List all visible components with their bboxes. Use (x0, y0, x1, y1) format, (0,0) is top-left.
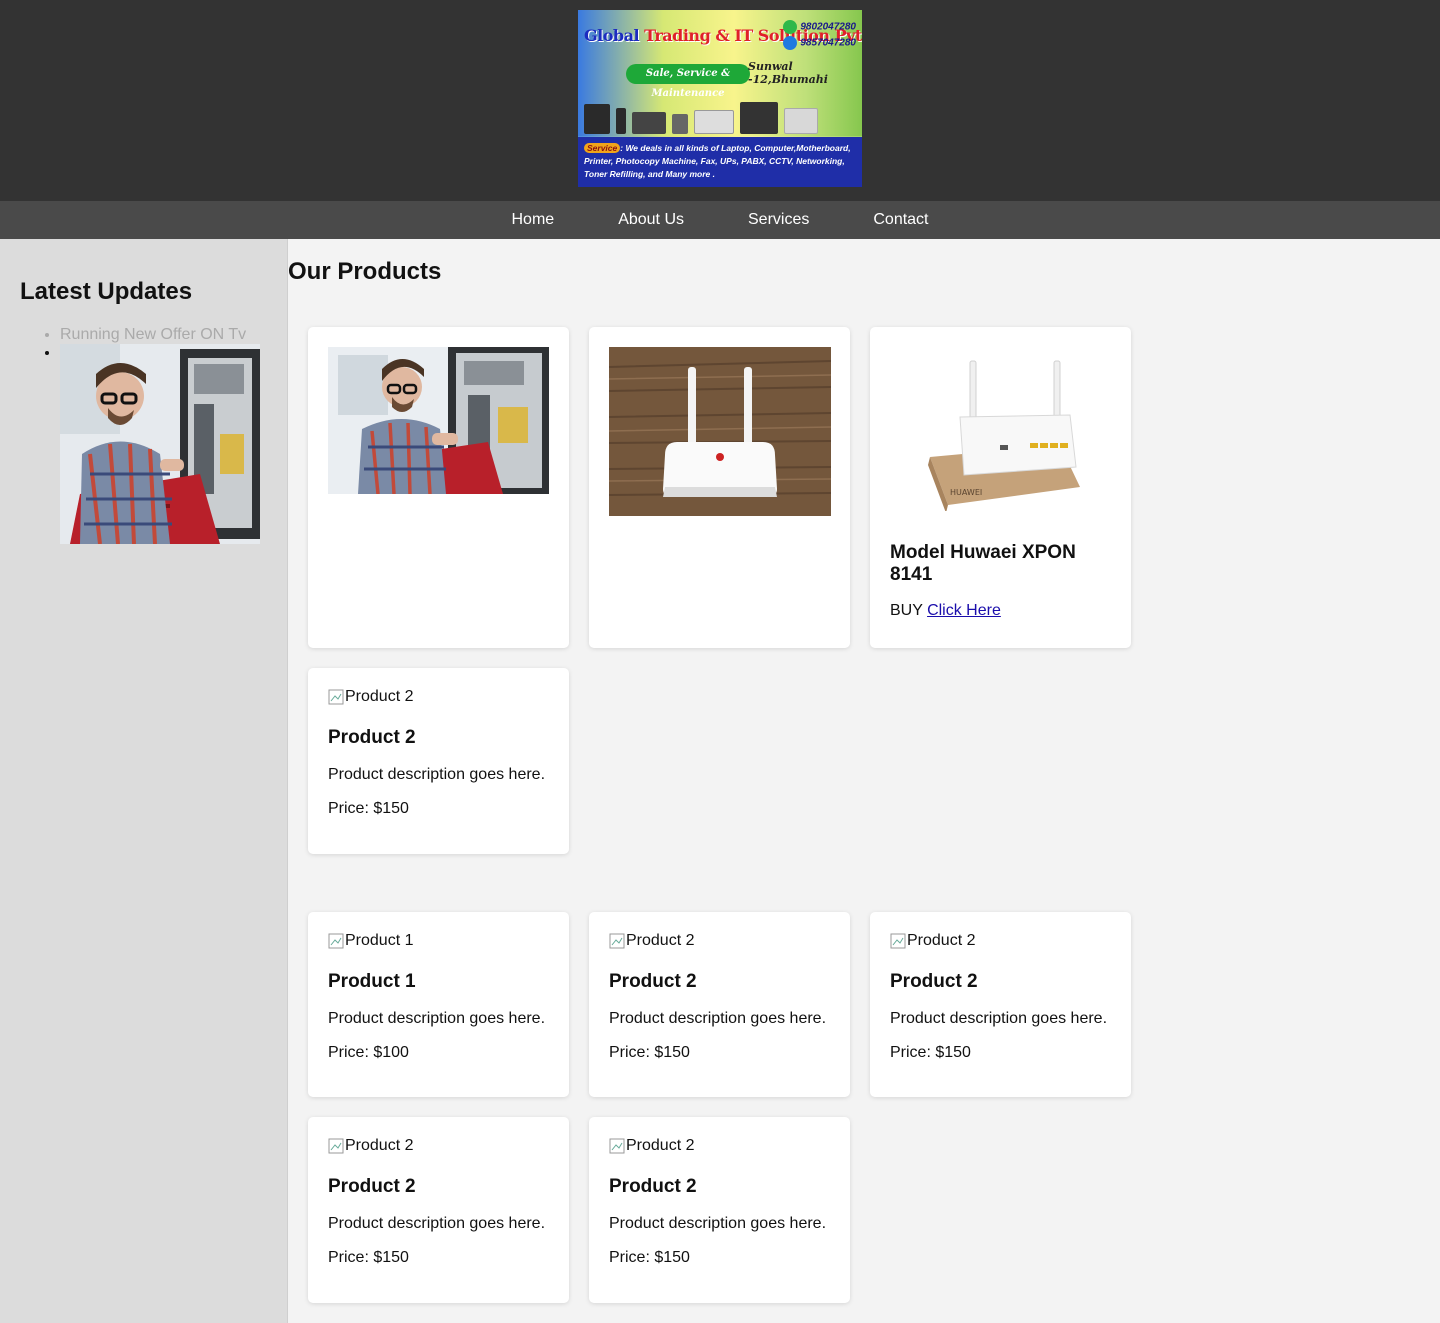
main-content: Our Products HUAWEI Model Huwaei XPON 81… (288, 239, 1440, 1323)
nav-home[interactable]: Home (480, 201, 587, 239)
banner-tagline: Sale, Service & Maintenance (626, 64, 750, 99)
product-description: Product description goes here. (609, 1010, 827, 1027)
product-price: Price: $150 (609, 1044, 690, 1061)
nav-about-us[interactable]: About Us (586, 201, 716, 239)
svg-text:HUAWEI: HUAWEI (950, 488, 982, 497)
product-title: Product 2 (328, 727, 416, 748)
product-title: Model Huwaei XPON 8141 (890, 542, 1076, 585)
product-title: Product 2 (609, 1176, 697, 1197)
laptop-icon (632, 112, 666, 134)
nav-services[interactable]: Services (716, 201, 841, 239)
buy-line: BUY Click Here (890, 602, 1001, 619)
product-description: Product description goes here. (609, 1215, 827, 1232)
product-price: Price: $100 (328, 1044, 409, 1061)
product-card[interactable]: Product 2 Product 2 Product description … (308, 668, 569, 854)
sidebar-title: Latest Updates (20, 278, 193, 305)
updates-list: Running New Offer ON Tv (20, 326, 267, 544)
product-title: Product 1 (328, 971, 416, 992)
product-title: Product 2 (609, 971, 697, 992)
product-description: Product description goes here. (328, 766, 546, 783)
product-card[interactable]: HUAWEI Model Huwaei XPON 8141 BUY Click … (870, 327, 1131, 648)
main-nav: Home About Us Services Contact (0, 201, 1440, 239)
banner-phone-1: 9802047280 (783, 20, 856, 34)
broken-image-icon (328, 689, 344, 705)
products-grid: Product 1 Product 1 Product description … (308, 912, 1132, 1303)
product-image: Product 2 (328, 688, 549, 706)
product-price: Price: $150 (328, 1249, 409, 1266)
product-card[interactable]: Product 1 Product 1 Product description … (308, 912, 569, 1097)
technician-image (60, 344, 260, 544)
broken-image-icon (328, 933, 344, 949)
printer-icon (740, 102, 778, 134)
product-price: Price: $150 (328, 800, 409, 817)
banner-phone-2: 9857047280 (783, 36, 856, 50)
product-card[interactable] (308, 327, 569, 648)
technician-product-image (328, 347, 549, 495)
product-description: Product description goes here. (890, 1010, 1108, 1027)
featured-products-grid: HUAWEI Model Huwaei XPON 8141 BUY Click … (308, 327, 1132, 854)
sidebar: Latest Updates Running New Offer ON Tv (0, 239, 288, 1323)
product-title: Product 2 (890, 971, 978, 992)
site-header: Global Trading & IT Solution Pvt.Ltd. 98… (0, 0, 1440, 201)
banner-services-strip: Service: We deals in all kinds of Laptop… (578, 137, 862, 187)
update-item: Running New Offer ON Tv (60, 326, 267, 344)
desktop-icon (584, 104, 610, 134)
product-description: Product description goes here. (328, 1010, 546, 1027)
product-image: Product 1 (328, 932, 549, 950)
router-product-image (608, 347, 832, 516)
product-card[interactable] (589, 327, 850, 648)
broken-image-icon (890, 933, 906, 949)
huawei-xpon-image: HUAWEI (890, 347, 1111, 513)
phone-icon (783, 20, 798, 34)
banner-location: Sunwal -12,Bhumahi (748, 60, 828, 86)
fax-icon (784, 108, 818, 134)
product-description: Product description goes here. (328, 1215, 546, 1232)
product-image: Product 2 (890, 932, 1111, 950)
nav-contact[interactable]: Contact (841, 201, 960, 239)
product-title: Product 2 (328, 1176, 416, 1197)
broken-image-icon (609, 1138, 625, 1154)
product-card[interactable]: Product 2 Product 2 Product description … (870, 912, 1131, 1097)
broken-image-icon (328, 1138, 344, 1154)
update-item-image (60, 344, 267, 544)
product-image: Product 2 (328, 1137, 549, 1155)
page-layout: Latest Updates Running New Offer ON Tv (0, 239, 1440, 1323)
product-card[interactable]: Product 2 Product 2 Product description … (308, 1117, 569, 1303)
broken-image-icon (609, 933, 625, 949)
product-price: Price: $150 (890, 1044, 971, 1061)
phone-device-icon (672, 114, 688, 134)
product-card[interactable]: Product 2 Product 2 Product description … (589, 912, 850, 1097)
product-image: Product 2 (609, 932, 830, 950)
cctv-icon (694, 110, 734, 134)
product-price: Price: $150 (609, 1249, 690, 1266)
product-card[interactable]: Product 2 Product 2 Product description … (589, 1117, 850, 1303)
products-title: Our Products (288, 258, 442, 285)
tower-icon (616, 108, 626, 134)
company-banner-logo[interactable]: Global Trading & IT Solution Pvt.Ltd. 98… (578, 10, 862, 187)
banner-devices-illustration (584, 94, 856, 134)
mobile-icon (783, 36, 798, 50)
buy-link[interactable]: Click Here (927, 602, 1001, 619)
product-image: Product 2 (609, 1137, 830, 1155)
